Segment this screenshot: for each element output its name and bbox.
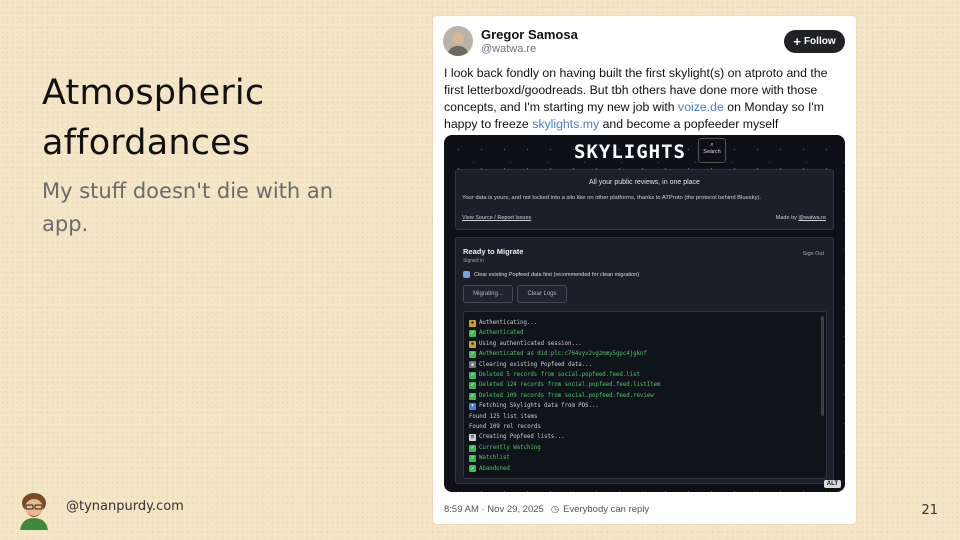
- log-line: ▤ Creating Popfeed lists...: [469, 432, 826, 442]
- log-line: ▾ Fetching Skylights data from PDS...: [469, 401, 826, 411]
- log-line: ✓ Currently Watching: [469, 443, 826, 453]
- social-post-card: Gregor Samosa @watwa.re + Follow I look …: [433, 16, 856, 524]
- author-handle[interactable]: @watwa.re: [481, 43, 536, 55]
- alt-badge[interactable]: ALT: [823, 480, 841, 488]
- log-line-text: Deleted 124 records from social.popfeed.…: [479, 382, 661, 389]
- checkbox-label: Clear existing Popfeed data first (recom…: [474, 271, 640, 278]
- migrate-title: Ready to Migrate: [463, 247, 524, 256]
- made-by-prefix: Made by: [775, 215, 799, 221]
- intro-heading: All your public reviews, in one place: [589, 179, 700, 186]
- check-icon: ✓: [469, 444, 476, 452]
- log-line: ▪ Using authenticated session...: [469, 339, 826, 349]
- log-line-text: Deleted 5 records from social.popfeed.fe…: [479, 372, 640, 379]
- log-line-text: Creating Popfeed lists...: [479, 434, 565, 441]
- log-line: ▪ Clearing existing Popfeed data...: [469, 360, 826, 370]
- log-line: ✓ Deleted 124 records from social.popfeed…: [469, 380, 826, 390]
- page-number: 21: [921, 503, 938, 518]
- check-icon: ✓: [469, 371, 476, 379]
- migrate-status: Signed in: [463, 258, 484, 264]
- migration-log: ▪ Authenticating... ✓ Authenticated ▪ Using a…: [463, 311, 827, 479]
- log-line-text: Authenticated: [479, 330, 524, 337]
- log-line-text: Watchlist: [479, 455, 510, 462]
- presenter-avatar-illustration: [20, 493, 48, 530]
- link-skylights[interactable]: skylights.my: [532, 117, 599, 131]
- check-icon: ✓: [469, 382, 476, 390]
- log-line-text: Authenticated as did:plc:c764uyv2vgzmmy5…: [479, 351, 647, 358]
- plus-icon: +: [793, 33, 801, 49]
- check-icon: ✓: [469, 454, 476, 462]
- slide-title: Atmospheric affordances: [42, 73, 265, 163]
- inbox-icon: ▾: [469, 402, 476, 410]
- clear-logs-button: Clear Logs: [517, 285, 567, 303]
- migrate-panel: Ready to Migrate Signed in Sign Out Clea…: [455, 237, 834, 484]
- post-text: I look back fondly on having built the f…: [444, 65, 848, 133]
- log-line: Found 109 rel records: [469, 422, 826, 432]
- sign-out-link: Sign Out: [802, 251, 824, 257]
- log-line-text: Found 109 rel records: [469, 424, 541, 431]
- footer-handle: @tynanpurdy.com: [66, 499, 184, 514]
- follow-label: Follow: [803, 36, 836, 47]
- migrating-button: Migrating...: [463, 285, 513, 303]
- made-by: Made by @watwa.re: [776, 215, 826, 221]
- post-timestamp[interactable]: 8:59 AM · Nov 29, 2025: [444, 504, 544, 515]
- view-source-link: View Source / Report Issues: [462, 215, 532, 221]
- clear-data-checkbox: Clear existing Popfeed data first (recom…: [463, 271, 639, 278]
- check-icon: ✓: [469, 465, 476, 473]
- author-avatar-photo: [443, 26, 473, 56]
- globe-icon: ◷: [550, 504, 560, 515]
- check-icon: ✓: [469, 330, 476, 338]
- log-line: ▪ Authenticating...: [469, 318, 826, 328]
- log-line-text: Abandoned: [479, 465, 510, 472]
- check-icon: ✓: [469, 392, 476, 400]
- skylights-logo: SKYLIGHTS: [574, 141, 686, 163]
- log-line: ✓ Deleted 5 records from social.popfeed.f…: [469, 370, 826, 380]
- log-lines: ▪ Authenticating... ✓ Authenticated ▪ Using a…: [469, 318, 826, 474]
- search-button: ⌕ Search: [698, 138, 726, 163]
- intro-body: Your data is yours, and not locked into …: [462, 195, 762, 201]
- post-meta: 8:59 AM · Nov 29, 2025 ◷ Everybody can r…: [444, 504, 649, 515]
- post-text-part: and become a popfeeder myself: [599, 117, 779, 131]
- log-line: ✓ Authenticated as did:plc:c764uyv2vgzmmy…: [469, 349, 826, 359]
- search-icon: ⌕: [710, 142, 714, 148]
- slide-subtitle: My stuff doesn't die with an app.: [42, 179, 334, 236]
- author-name[interactable]: Gregor Samosa: [481, 27, 578, 42]
- link-voize[interactable]: voize.de: [678, 100, 724, 114]
- author-avatar[interactable]: [443, 26, 473, 56]
- presenter-avatar: [14, 490, 54, 530]
- check-icon: ✓: [469, 350, 476, 358]
- log-line: ✓ Abandoned: [469, 464, 826, 474]
- log-line: ✓ Deleted 109 records from social.popfeed…: [469, 391, 826, 401]
- log-line: ✓ Authenticated: [469, 328, 826, 338]
- log-line-text: Using authenticated session...: [479, 340, 582, 347]
- checkbox-icon: [463, 271, 470, 278]
- log-line-text: Currently Watching: [479, 444, 541, 451]
- lock-icon: ▪: [469, 340, 476, 348]
- clipboard-icon: ▤: [469, 434, 476, 442]
- log-line-text: Fetching Skylights data from PDS...: [479, 403, 599, 410]
- reply-setting: Everybody can reply: [563, 504, 650, 515]
- follow-button[interactable]: + Follow: [784, 30, 845, 53]
- log-line: ✓ Watchlist: [469, 453, 826, 463]
- made-by-handle: @watwa.re: [798, 215, 826, 221]
- log-line-text: Clearing existing Popfeed data...: [479, 361, 592, 368]
- log-line-text: Authenticating...: [479, 320, 538, 326]
- log-line: Found 125 list items: [469, 412, 826, 422]
- log-line-text: Deleted 109 records from social.popfeed.…: [479, 392, 654, 399]
- intro-panel: All your public reviews, in one place Yo…: [455, 169, 834, 230]
- log-scrollbar: [821, 316, 824, 416]
- post-image[interactable]: SKYLIGHTS ⌕ Search All your public revie…: [444, 135, 845, 492]
- lock-icon: ▪: [469, 319, 476, 327]
- search-label: Search: [703, 149, 721, 155]
- log-line-text: Found 125 list items: [469, 413, 538, 420]
- trash-icon: ▪: [469, 361, 476, 369]
